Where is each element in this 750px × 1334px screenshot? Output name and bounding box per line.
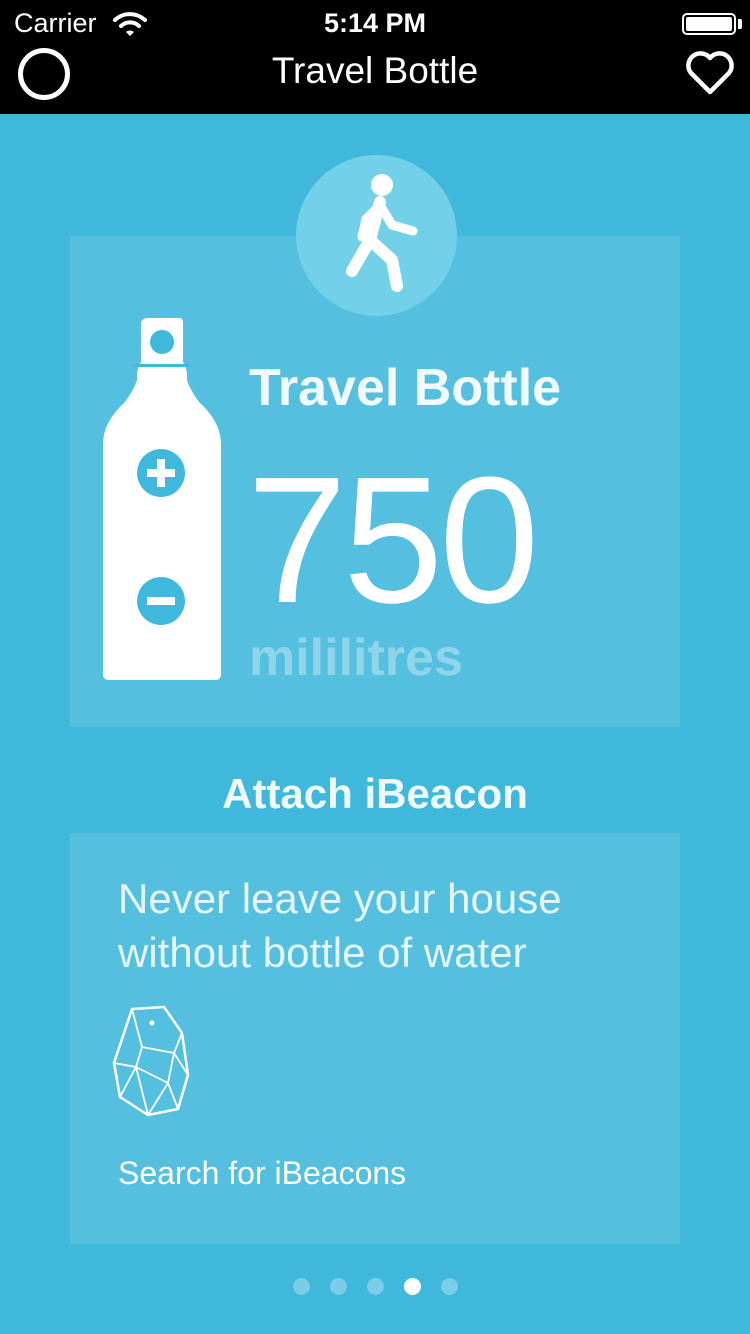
bottle-name: Travel Bottle — [249, 359, 562, 417]
page-dot[interactable] — [329, 1278, 347, 1295]
page-dot-active[interactable] — [403, 1278, 421, 1295]
ibeacon-tagline: Never leave your house without bottle of… — [118, 872, 658, 980]
page-dot[interactable] — [440, 1278, 458, 1295]
bottle-icon — [103, 318, 221, 680]
heart-icon[interactable] — [684, 50, 736, 96]
bottle-volume[interactable]: 750 — [247, 446, 539, 636]
page-dot[interactable] — [292, 1278, 310, 1295]
volume-unit: mililitres — [249, 629, 463, 687]
page-control[interactable] — [0, 1278, 750, 1295]
activity-badge[interactable] — [296, 155, 457, 316]
nav-title: Travel Bottle — [271, 50, 479, 91]
minus-icon[interactable] — [137, 577, 185, 625]
battery-icon — [682, 13, 736, 35]
top-bar: Carrier 5:14 PM Travel Bottle — [0, 0, 750, 114]
tagline-line-2: without bottle of water — [118, 929, 527, 976]
plus-icon[interactable] — [137, 449, 185, 497]
battery-tip — [738, 19, 742, 29]
section-title: Attach iBeacon — [222, 770, 528, 817]
page-dot[interactable] — [366, 1278, 384, 1295]
walking-person-icon — [346, 174, 418, 292]
tagline-line-1: Never leave your house — [118, 875, 562, 922]
status-time: 5:14 PM — [323, 8, 427, 38]
search-ibeacons-button[interactable]: Search for iBeacons — [118, 1155, 406, 1192]
ibeacon-icon — [112, 1005, 190, 1117]
